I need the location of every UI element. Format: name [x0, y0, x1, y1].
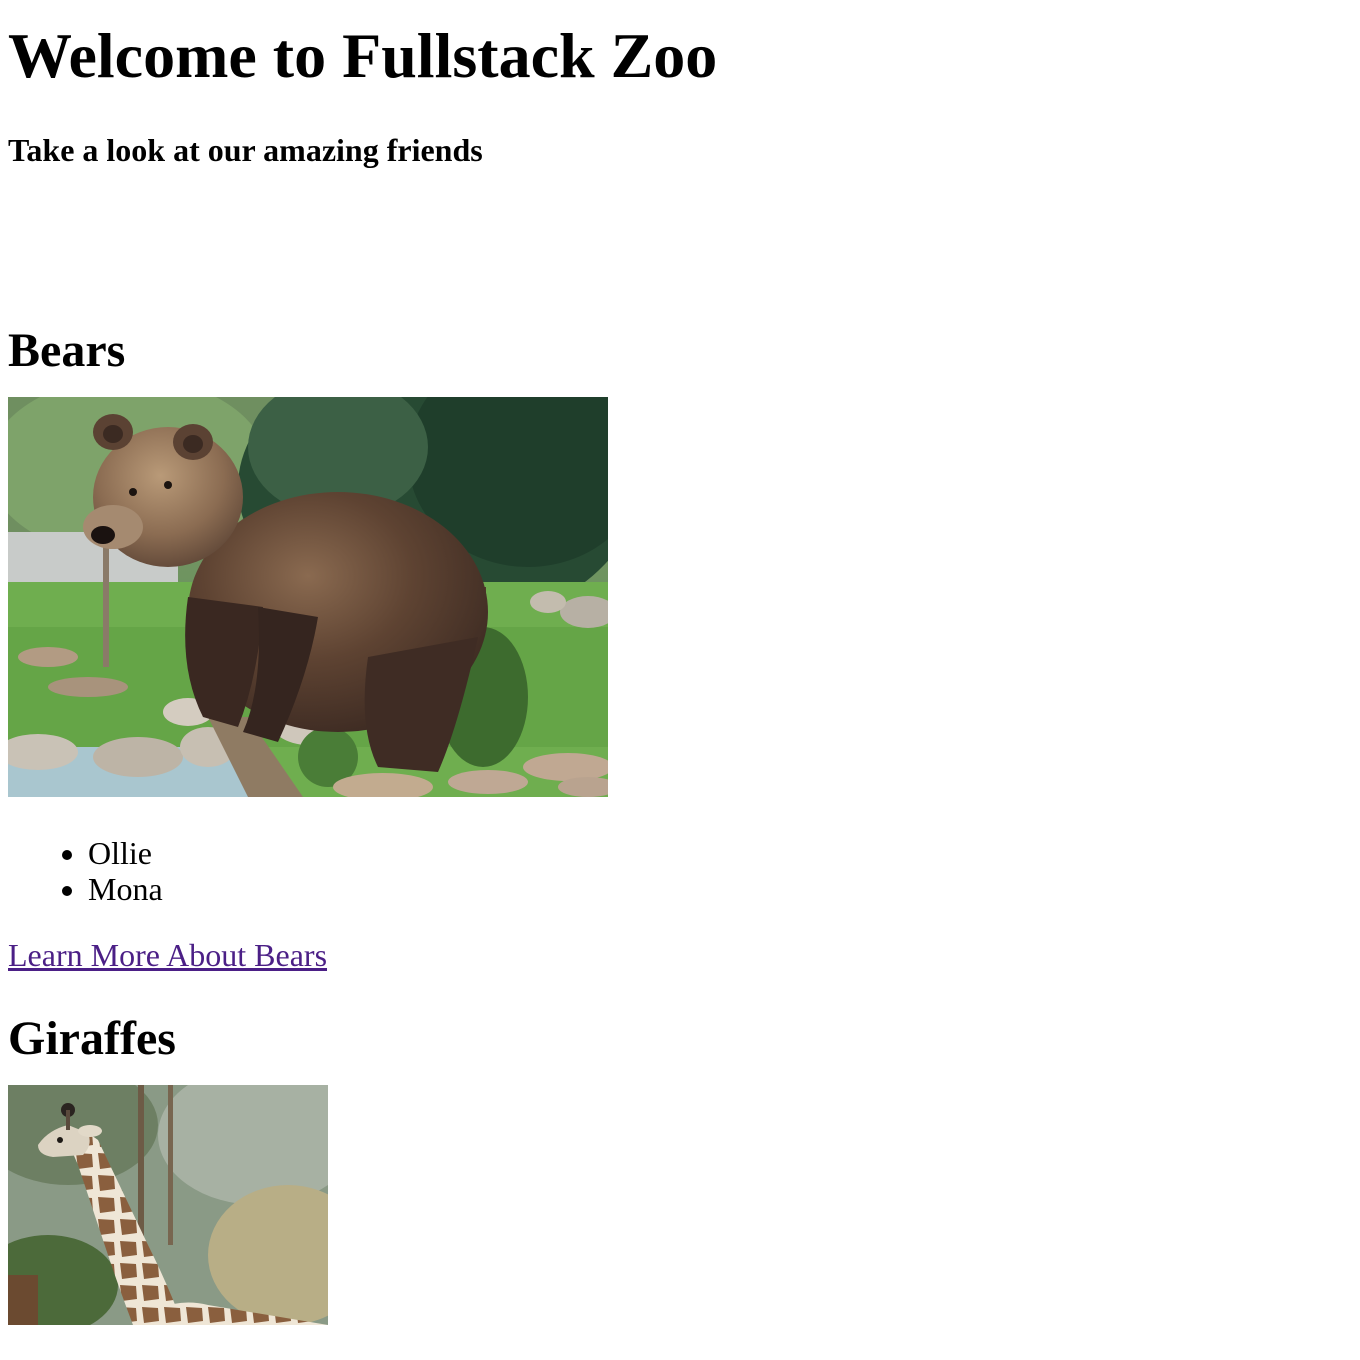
section-heading-giraffes: Giraffes	[8, 1012, 176, 1065]
page: Welcome to Fullstack Zoo Take a look at …	[0, 0, 1360, 1360]
list-item: Ollie	[88, 835, 1352, 871]
bear-list: Ollie Mona	[8, 835, 1352, 907]
section-heading-bears: Bears	[8, 324, 126, 377]
page-title: Welcome to Fullstack Zoo	[8, 20, 718, 91]
section-bears: Bears • Ollie • Mona Learn More About Be…	[8, 327, 1352, 973]
giraffe-photo	[8, 1085, 328, 1325]
bear-photo	[8, 397, 608, 797]
learn-more-bears-link[interactable]: Learn More About Bears	[8, 937, 327, 973]
page-subtitle: Take a look at our amazing friends	[8, 132, 483, 168]
list-item: Mona	[88, 871, 1352, 907]
section-giraffes: Giraffes	[8, 1015, 1352, 1325]
